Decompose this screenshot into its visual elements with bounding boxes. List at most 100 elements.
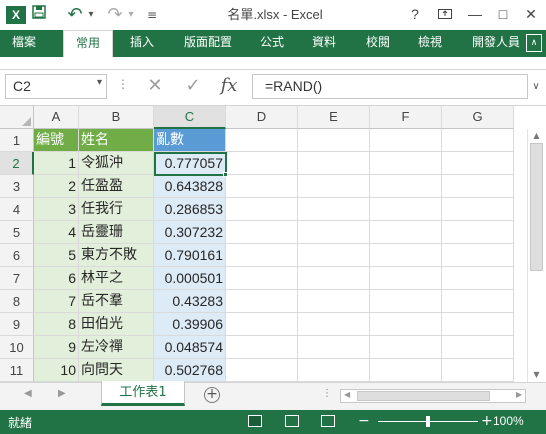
data-cell-b[interactable]: 左冷禪 xyxy=(79,336,154,359)
data-cell-c[interactable]: 0.502768 xyxy=(154,359,226,382)
row-header-6[interactable]: 6 xyxy=(0,244,34,267)
tab-data[interactable]: 資料 xyxy=(304,30,344,57)
row-header-3[interactable]: 3 xyxy=(0,175,34,198)
data-cell-b[interactable]: 令狐沖 xyxy=(79,152,154,175)
cell[interactable] xyxy=(298,290,370,313)
column-header-f[interactable]: F xyxy=(370,106,442,129)
zoom-out-icon[interactable]: − xyxy=(358,413,370,429)
horizontal-scroll-thumb[interactable] xyxy=(357,391,490,401)
data-cell-a[interactable]: 2 xyxy=(34,175,79,198)
cell[interactable] xyxy=(442,290,514,313)
data-cell-c[interactable]: 0.643828 xyxy=(154,175,226,198)
normal-view-icon[interactable] xyxy=(248,415,262,427)
cell[interactable] xyxy=(370,175,442,198)
cell[interactable] xyxy=(226,244,298,267)
scroll-down-icon[interactable]: ▼ xyxy=(530,368,543,382)
column-header-e[interactable]: E xyxy=(298,106,370,129)
data-cell-a[interactable]: 8 xyxy=(34,313,79,336)
redo-dropdown-icon[interactable]: ▾ xyxy=(126,4,136,26)
cell[interactable] xyxy=(370,129,442,152)
tab-view[interactable]: 檢視 xyxy=(410,30,450,57)
excel-logo-icon[interactable]: X xyxy=(6,6,26,24)
collapse-ribbon-icon[interactable]: ∧ xyxy=(526,34,542,52)
tab-file[interactable]: 檔案 xyxy=(0,30,48,57)
save-icon[interactable] xyxy=(32,4,46,26)
tab-page-layout[interactable]: 版面配置 xyxy=(176,30,240,57)
cell[interactable] xyxy=(298,267,370,290)
data-cell-a[interactable]: 7 xyxy=(34,290,79,313)
data-cell-c[interactable]: 0.048574 xyxy=(154,336,226,359)
zoom-slider-knob[interactable] xyxy=(426,416,430,427)
data-cell-a[interactable]: 6 xyxy=(34,267,79,290)
cancel-icon[interactable]: ✕ xyxy=(142,74,168,98)
cell[interactable] xyxy=(442,244,514,267)
data-cell-b[interactable]: 林平之 xyxy=(79,267,154,290)
cell[interactable] xyxy=(442,152,514,175)
data-cell-b[interactable]: 任盈盈 xyxy=(79,175,154,198)
enter-icon[interactable]: ✓ xyxy=(180,74,206,98)
data-cell-c[interactable]: 0.39906 xyxy=(154,313,226,336)
column-header-d[interactable]: D xyxy=(226,106,298,129)
row-header-9[interactable]: 9 xyxy=(0,313,34,336)
name-box[interactable]: C2 ▾ xyxy=(5,74,107,99)
header-cell-c[interactable]: 亂數 xyxy=(154,129,226,152)
row-header-8[interactable]: 8 xyxy=(0,290,34,313)
cell[interactable] xyxy=(442,267,514,290)
column-header-g[interactable]: G xyxy=(442,106,514,129)
cell[interactable] xyxy=(370,336,442,359)
vertical-scroll-thumb[interactable] xyxy=(530,143,543,271)
cell[interactable] xyxy=(370,152,442,175)
data-cell-b[interactable]: 任我行 xyxy=(79,198,154,221)
formula-bar-grip-icon[interactable]: ⋮ xyxy=(117,77,129,91)
minimize-button[interactable]: — xyxy=(462,2,488,26)
cell[interactable] xyxy=(442,175,514,198)
data-cell-b[interactable]: 東方不敗 xyxy=(79,244,154,267)
expand-formula-bar-icon[interactable]: ∨ xyxy=(528,74,544,99)
tab-developer[interactable]: 開發人員 xyxy=(464,30,528,57)
cell[interactable] xyxy=(298,359,370,382)
data-cell-b[interactable]: 田伯光 xyxy=(79,313,154,336)
cell[interactable] xyxy=(298,129,370,152)
page-layout-view-icon[interactable] xyxy=(285,415,299,427)
tab-review[interactable]: 校閱 xyxy=(358,30,398,57)
cell[interactable] xyxy=(226,175,298,198)
cell[interactable] xyxy=(298,175,370,198)
cell[interactable] xyxy=(226,129,298,152)
data-cell-c[interactable]: 0.790161 xyxy=(154,244,226,267)
data-cell-c[interactable]: 0.000501 xyxy=(154,267,226,290)
add-sheet-icon[interactable]: + xyxy=(204,387,220,403)
insert-function-icon[interactable]: fx xyxy=(216,74,242,98)
select-all-button[interactable] xyxy=(0,106,34,129)
cell[interactable] xyxy=(442,198,514,221)
data-cell-b[interactable]: 岳不羣 xyxy=(79,290,154,313)
cell[interactable] xyxy=(442,359,514,382)
row-header-7[interactable]: 7 xyxy=(0,267,34,290)
cell[interactable] xyxy=(226,267,298,290)
tab-insert[interactable]: 插入 xyxy=(122,30,162,57)
cell[interactable] xyxy=(370,313,442,336)
row-header-4[interactable]: 4 xyxy=(0,198,34,221)
cell[interactable] xyxy=(226,359,298,382)
data-cell-c[interactable]: 0.43283 xyxy=(154,290,226,313)
maximize-button[interactable]: □ xyxy=(490,2,516,26)
data-cell-c[interactable]: 0.307232 xyxy=(154,221,226,244)
cell[interactable] xyxy=(442,336,514,359)
prev-sheet-icon[interactable]: ◀ xyxy=(24,388,32,399)
data-cell-a[interactable]: 4 xyxy=(34,221,79,244)
column-header-a[interactable]: A xyxy=(34,106,79,129)
data-cell-a[interactable]: 5 xyxy=(34,244,79,267)
data-cell-b[interactable]: 岳靈珊 xyxy=(79,221,154,244)
undo-icon[interactable]: ↶ xyxy=(66,4,84,26)
data-cell-a[interactable]: 9 xyxy=(34,336,79,359)
cell[interactable] xyxy=(298,152,370,175)
cell[interactable] xyxy=(370,267,442,290)
formula-input[interactable]: =RAND() xyxy=(252,74,528,99)
data-cell-b[interactable]: 向問天 xyxy=(79,359,154,382)
scroll-left-icon[interactable]: ◀ xyxy=(344,390,350,399)
close-button[interactable]: ✕ xyxy=(518,2,544,26)
cell[interactable] xyxy=(226,198,298,221)
cell[interactable] xyxy=(370,244,442,267)
undo-dropdown-icon[interactable]: ▾ xyxy=(86,4,96,26)
tab-formulas[interactable]: 公式 xyxy=(252,30,292,57)
cell[interactable] xyxy=(226,152,298,175)
